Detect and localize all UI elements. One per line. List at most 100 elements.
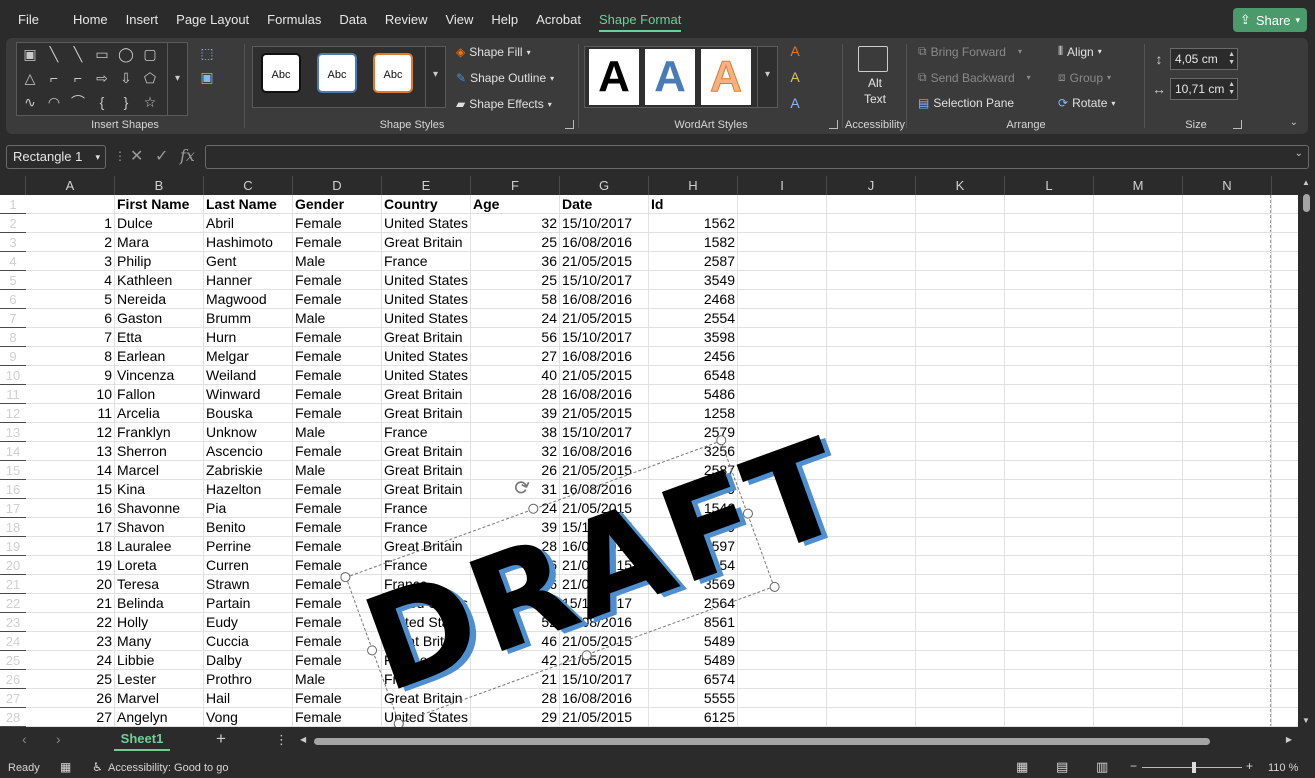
scroll-right-icon[interactable]: ▶ (1286, 735, 1292, 744)
row-header[interactable]: 28 (0, 708, 26, 727)
chevron-down-icon[interactable]: ▾ (95, 146, 100, 168)
style-black[interactable]: Abc (261, 53, 301, 93)
table-cell[interactable]: Male (293, 461, 381, 480)
table-cell[interactable]: Hazelton (204, 480, 292, 499)
table-cell[interactable]: France (382, 499, 470, 518)
dialog-launcher-icon[interactable] (565, 120, 574, 129)
column-header[interactable]: L (1005, 176, 1094, 195)
table-cell[interactable]: 5 (26, 290, 114, 309)
table-cell[interactable]: Sherron (115, 442, 203, 461)
header-cell[interactable]: Last Name (204, 195, 292, 214)
page-break-view-icon[interactable]: ▥ (1096, 759, 1108, 775)
menu-home[interactable]: Home (64, 0, 117, 38)
wordart-gallery[interactable]: A A A ▾ (584, 46, 778, 108)
column-header[interactable]: M (1094, 176, 1183, 195)
row-header[interactable]: 20 (0, 556, 26, 575)
table-cell[interactable]: Female (293, 290, 381, 309)
column-header[interactable]: A (26, 176, 115, 195)
table-cell[interactable]: Female (293, 347, 381, 366)
menu-help[interactable]: Help (482, 0, 527, 38)
row-header[interactable]: 18 (0, 518, 26, 537)
table-cell[interactable]: 3549 (649, 271, 737, 290)
table-cell[interactable]: United States (382, 214, 470, 233)
table-cell[interactable]: 38 (471, 423, 559, 442)
table-cell[interactable]: Great Britain (382, 404, 470, 423)
table-cell[interactable]: France (382, 423, 470, 442)
table-cell[interactable]: Strawn (204, 575, 292, 594)
send-backward-button[interactable]: ⧉ Send Backward ▾ (918, 70, 1031, 85)
table-cell[interactable]: 4 (26, 271, 114, 290)
table-cell[interactable]: 56 (471, 328, 559, 347)
table-cell[interactable]: Bouska (204, 404, 292, 423)
table-cell[interactable]: 3598 (649, 328, 737, 347)
row-header[interactable]: 16 (0, 480, 26, 499)
table-cell[interactable]: Winward (204, 385, 292, 404)
table-cell[interactable]: Mara (115, 233, 203, 252)
table-cell[interactable]: 29 (471, 708, 559, 727)
table-cell[interactable]: Female (293, 708, 381, 727)
table-cell[interactable]: Melgar (204, 347, 292, 366)
table-cell[interactable]: 5489 (649, 632, 737, 651)
table-cell[interactable]: 1 (26, 214, 114, 233)
table-cell[interactable]: Arcelia (115, 404, 203, 423)
oval-icon[interactable]: ◯ (117, 45, 135, 63)
table-cell[interactable]: Teresa (115, 575, 203, 594)
table-cell[interactable]: Female (293, 233, 381, 252)
scroll-left-icon[interactable]: ◀ (300, 735, 306, 744)
table-cell[interactable]: 13 (26, 442, 114, 461)
normal-view-icon[interactable]: ▦ (1016, 759, 1028, 775)
text-outline-icon[interactable]: A (786, 68, 804, 86)
table-cell[interactable]: Great Britain (382, 233, 470, 252)
table-cell[interactable]: Many (115, 632, 203, 651)
rectangle-icon[interactable]: ▭ (93, 45, 111, 63)
table-cell[interactable]: 2 (26, 233, 114, 252)
height-field[interactable]: 4,05 cm ▲ ▼ (1170, 48, 1238, 70)
width-field[interactable]: 10,71 cm ▲ ▼ (1170, 78, 1238, 100)
row-header[interactable]: 4 (0, 252, 26, 271)
rotate-button[interactable]: ⟳ Rotate ▾ (1058, 96, 1115, 110)
header-cell[interactable]: Id (649, 195, 737, 214)
table-cell[interactable]: Shavonne (115, 499, 203, 518)
table-cell[interactable]: Vong (204, 708, 292, 727)
table-cell[interactable]: Female (293, 328, 381, 347)
table-cell[interactable]: 11 (26, 404, 114, 423)
arrow-right-icon[interactable]: ⇨ (93, 69, 111, 87)
table-cell[interactable]: Female (293, 214, 381, 233)
row-header[interactable]: 1 (0, 195, 26, 214)
table-cell[interactable]: 5486 (649, 385, 737, 404)
table-cell[interactable]: 25 (26, 670, 114, 689)
column-header[interactable]: H (649, 176, 738, 195)
table-cell[interactable]: Female (293, 499, 381, 518)
table-cell[interactable]: 1562 (649, 214, 737, 233)
scroll-down-icon[interactable]: ▼ (1302, 716, 1310, 725)
alt-text-icon[interactable] (858, 46, 888, 72)
arc-icon[interactable]: ◠ (45, 93, 63, 111)
table-cell[interactable]: 19 (26, 556, 114, 575)
table-cell[interactable]: United States (382, 347, 470, 366)
table-cell[interactable]: 2468 (649, 290, 737, 309)
scroll-thumb[interactable] (314, 738, 1210, 745)
row-header[interactable]: 27 (0, 689, 26, 708)
row-header[interactable]: 24 (0, 632, 26, 651)
table-cell[interactable]: 16/08/2016 (560, 233, 648, 252)
menu-acrobat[interactable]: Acrobat (527, 0, 590, 38)
menu-insert[interactable]: Insert (117, 0, 168, 38)
table-cell[interactable]: 5555 (649, 689, 737, 708)
table-cell[interactable]: United States (382, 366, 470, 385)
table-cell[interactable]: Female (293, 366, 381, 385)
more-wordart-icon[interactable]: ▾ (757, 47, 777, 107)
table-cell[interactable]: 28 (471, 385, 559, 404)
share-button[interactable]: ⇪ Share ▾ (1233, 8, 1307, 32)
table-cell[interactable]: 21 (26, 594, 114, 613)
table-cell[interactable]: 7 (26, 328, 114, 347)
zoom-out-icon[interactable]: − (1130, 759, 1137, 773)
table-cell[interactable]: Angelyn (115, 708, 203, 727)
table-cell[interactable]: 3 (26, 252, 114, 271)
table-cell[interactable]: 26 (26, 689, 114, 708)
table-cell[interactable]: Gent (204, 252, 292, 271)
column-header[interactable]: D (293, 176, 382, 195)
table-cell[interactable]: Eudy (204, 613, 292, 632)
table-cell[interactable]: 16/08/2016 (560, 442, 648, 461)
table-cell[interactable]: Zabriskie (204, 461, 292, 480)
column-header[interactable]: K (916, 176, 1005, 195)
